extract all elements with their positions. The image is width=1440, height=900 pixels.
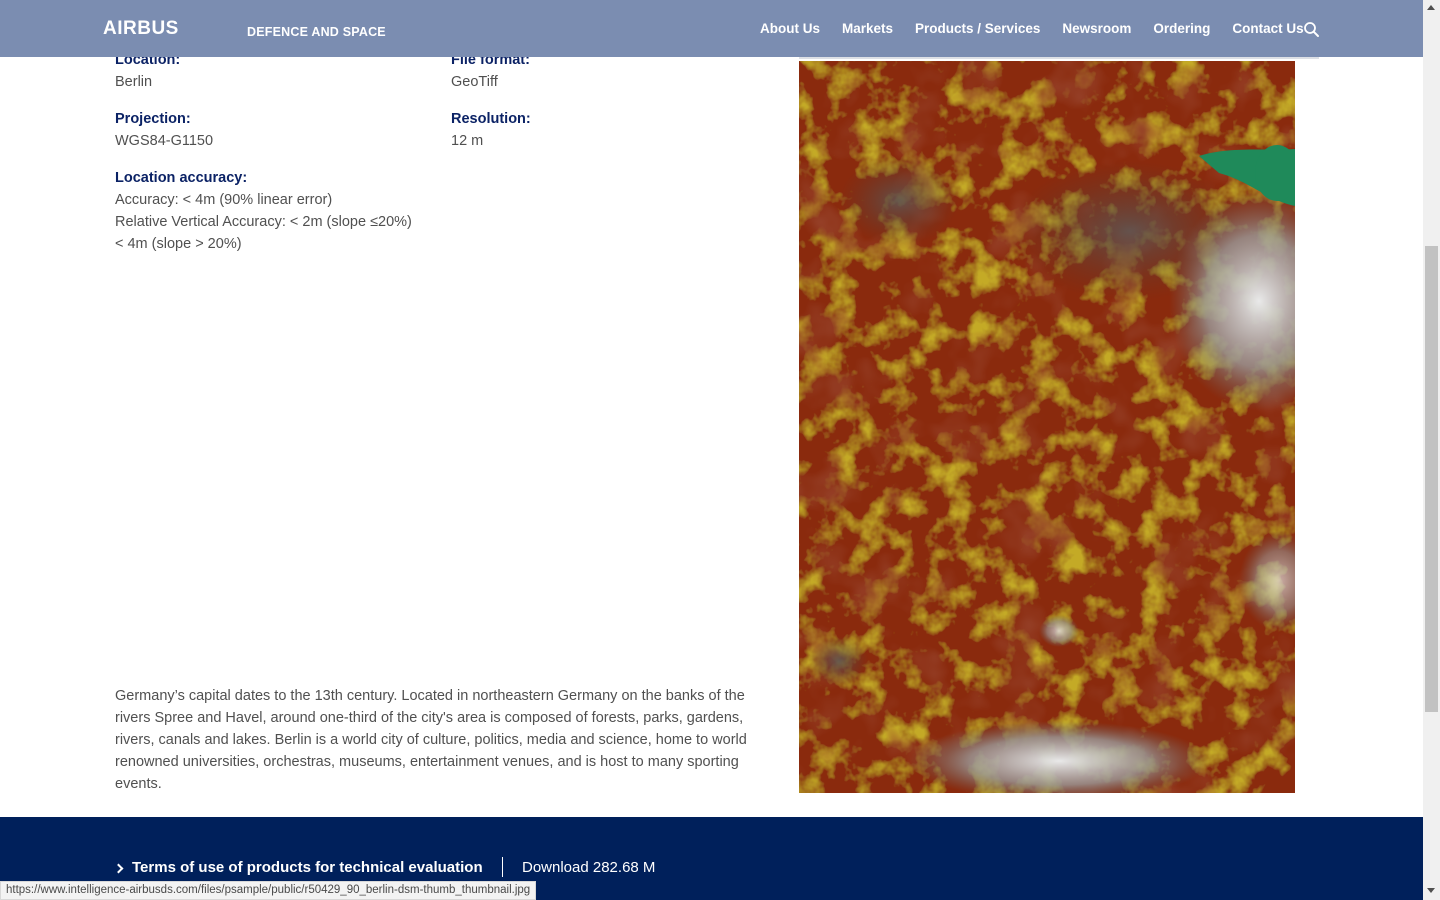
terms-link[interactable]: Terms of use of products for technical e… xyxy=(113,859,483,876)
subbrand-label: DEFENCE AND SPACE xyxy=(247,25,386,39)
spec-file-format-value: GeoTiff xyxy=(451,74,498,90)
vertical-scrollbar[interactable] xyxy=(1423,0,1440,900)
nav-newsroom[interactable]: Newsroom xyxy=(1062,21,1131,36)
page-content: Location: Berlin File format: GeoTiff Pr… xyxy=(0,0,1423,900)
status-bar-url: https://www.intelligence-airbusds.com/fi… xyxy=(0,881,537,900)
airbus-logo[interactable]: AIRBUS xyxy=(103,18,179,40)
site-header: AIRBUS DEFENCE AND SPACE About Us Market… xyxy=(0,0,1423,57)
nav-products-services[interactable]: Products / Services xyxy=(915,21,1040,36)
footer-separator xyxy=(502,857,503,877)
spec-resolution-label: Resolution: xyxy=(451,111,531,127)
accuracy-line: Relative Vertical Accuracy: < 2m (slope … xyxy=(115,214,412,230)
download-link[interactable]: Download 282.68 M xyxy=(522,859,655,876)
terms-label: Terms of use of products for technical e… xyxy=(132,859,483,876)
divider xyxy=(799,57,1319,59)
nav-ordering[interactable]: Ordering xyxy=(1153,21,1210,36)
scrollbar-thumb[interactable] xyxy=(1425,246,1438,712)
spec-location-accuracy-label: Location accuracy: xyxy=(115,170,248,186)
nav-contact-us[interactable]: Contact Us xyxy=(1232,21,1303,36)
scroll-up-arrow-icon[interactable] xyxy=(1427,5,1435,10)
spec-resolution: Resolution: 12 m xyxy=(451,109,531,152)
spec-projection: Projection: WGS84-G1150 xyxy=(115,109,213,152)
dsm-map-graphic xyxy=(799,61,1295,793)
spec-resolution-value: 12 m xyxy=(451,133,484,149)
chevron-right-icon xyxy=(113,863,124,873)
main-nav: About Us Markets Products / Services New… xyxy=(760,21,1326,36)
description-paragraph: Germany’s capital dates to the 13th cent… xyxy=(115,688,747,792)
accuracy-line: Accuracy: < 4m (90% linear error) xyxy=(115,192,333,208)
accuracy-line: < 4m (slope > 20%) xyxy=(115,236,242,252)
spec-location-value: Berlin xyxy=(115,74,153,90)
spec-projection-label: Projection: xyxy=(115,111,191,127)
berlin-dsm-image[interactable] xyxy=(799,61,1295,793)
spec-projection-value: WGS84-G1150 xyxy=(115,133,214,149)
spec-location-accuracy: Location accuracy: Accuracy: < 4m (90% l… xyxy=(115,168,412,255)
scroll-down-arrow-icon[interactable] xyxy=(1427,888,1435,893)
search-icon[interactable] xyxy=(1303,21,1321,39)
nav-markets[interactable]: Markets xyxy=(842,21,893,36)
nav-about-us[interactable]: About Us xyxy=(760,21,820,36)
